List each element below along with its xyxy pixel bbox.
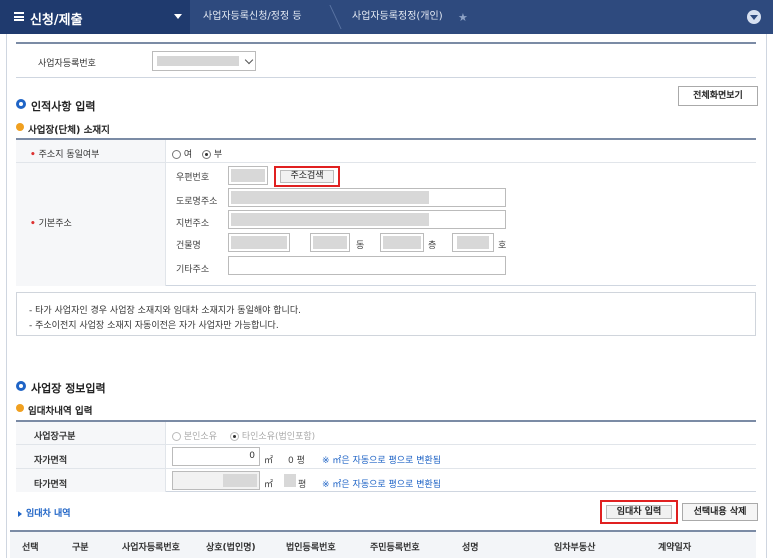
type-own-option[interactable]: 본인소유 (172, 429, 217, 442)
floor-input[interactable] (380, 233, 424, 252)
postcode-input[interactable] (228, 166, 268, 185)
subtitle-bullet-icon (16, 404, 24, 412)
business-form: 사업장구분 본인소유 타인소유(법인포함) 자가면적 0 ㎡ 0 평 ※ ㎡은 … (16, 420, 756, 492)
regno-label: 사업자등록번호 (38, 59, 96, 69)
notice-line-2: - 주소이전지 사업장 소재지 자동이전은 자가 사업자만 가능합니다. (29, 321, 279, 331)
breadcrumb-item-1[interactable]: 사업자등록신청/정정 등 (203, 0, 302, 34)
col-corp-regno: 법인등록번호 (286, 543, 336, 553)
lease-input-button-highlight[interactable]: 임대차 입력 (600, 500, 678, 524)
convert-note-2: ※ ㎡은 자동으로 평으로 변환됨 (322, 480, 442, 490)
own-area-label: 자가면적 (34, 456, 68, 466)
lease-subtitle-text: 임대차내역 입력 (28, 406, 93, 417)
other-address-label: 기타주소 (176, 265, 210, 275)
building-name-input[interactable] (228, 233, 290, 252)
floor-unit: 층 (428, 241, 437, 251)
road-address-label: 도로명주소 (176, 197, 218, 207)
col-company: 상호(법인명) (206, 543, 256, 553)
section-bullet-icon (16, 99, 26, 109)
other-area-label: 타가면적 (34, 480, 68, 490)
type-label: 사업장구분 (34, 432, 76, 442)
postcode-label: 우편번호 (176, 173, 210, 183)
personal-section-title-text: 인적사항 입력 (31, 100, 96, 113)
breadcrumb-separator (316, 5, 342, 29)
lease-input-button[interactable]: 임대차 입력 (606, 505, 672, 519)
building-label: 건물명 (176, 241, 201, 251)
same-address-label: • 주소지 동일여부 (30, 150, 100, 160)
home-label: 신청/제출 (30, 13, 83, 28)
ho-input[interactable] (452, 233, 494, 252)
chevron-down-icon (244, 55, 254, 65)
row-divider (16, 162, 756, 163)
chevron-down-icon[interactable] (747, 10, 761, 24)
dong-unit: 동 (356, 241, 365, 251)
own-area-input[interactable]: 0 (172, 447, 260, 466)
subtitle-bullet-icon (16, 123, 24, 131)
radio-own[interactable] (172, 432, 181, 441)
radio-no[interactable] (202, 150, 211, 159)
regno-select[interactable] (152, 51, 256, 71)
same-address-yes-option[interactable]: 여 (172, 147, 192, 160)
caret-down-icon[interactable] (174, 14, 182, 19)
section-bullet-icon (16, 381, 26, 391)
lease-table-header: 선택 구분 사업자등록번호 상호(법인명) 법인등록번호 주민등록번호 성명 임… (10, 530, 756, 558)
notice-line-1: - 타가 사업자인 경우 사업장 소재지와 임대차 소재지가 동일해야 합니다. (29, 306, 301, 316)
col-select: 선택 (22, 543, 39, 553)
col-type: 구분 (72, 543, 89, 553)
other-area-pyeong-unit: 평 (298, 480, 307, 490)
type-other-option[interactable]: 타인소유(법인포함) (230, 429, 315, 442)
row-divider (16, 444, 756, 445)
hamburger-menu-icon[interactable] (14, 12, 24, 21)
other-area-unit: ㎡ (264, 480, 274, 490)
row-divider (16, 468, 756, 469)
notice-box: - 타가 사업자인 경우 사업장 소재지와 임대차 소재지가 동일해야 합니다.… (16, 292, 756, 336)
col-regno: 사업자등록번호 (122, 543, 180, 553)
regno-row: 사업자등록번호 (16, 42, 756, 78)
same-address-no-option[interactable]: 부 (202, 147, 222, 160)
location-subtitle-text: 사업장(단체) 소재지 (28, 125, 110, 136)
convert-note: ※ ㎡은 자동으로 평으로 변환됨 (322, 456, 442, 466)
other-area-pyeong-value (284, 474, 296, 487)
col-contract-date: 계약일자 (658, 543, 692, 553)
address-search-button-highlight[interactable]: 주소검색 (274, 166, 340, 187)
delete-selected-button[interactable]: 선택내용 삭제 (682, 503, 758, 521)
other-address-input[interactable] (228, 256, 506, 275)
col-property: 임차부동산 (554, 543, 596, 553)
col-resident-regno: 주민등록번호 (370, 543, 420, 553)
own-area-pyeong: 0 평 (288, 456, 305, 466)
home-menu-button[interactable]: 신청/제출 (0, 0, 190, 34)
own-area-unit: ㎡ (264, 456, 274, 466)
address-search-button[interactable]: 주소검색 (280, 170, 334, 183)
lot-address-input[interactable] (228, 210, 506, 229)
dong-input[interactable] (310, 233, 350, 252)
other-area-input (172, 471, 260, 490)
radio-yes[interactable] (172, 150, 181, 159)
business-section-title-text: 사업장 정보입력 (31, 382, 106, 395)
lease-list-title: 임대차 내역 (18, 506, 71, 519)
address-form: • 주소지 동일여부 여 부 • 기본주소 우편번호 도로명주소 지번주소 건물… (16, 138, 756, 286)
masked-value (157, 56, 239, 66)
star-icon[interactable]: ★ (458, 11, 468, 24)
top-nav-bar: 신청/제출 사업자등록신청/정정 등 사업자등록정정(개인) ★ (0, 0, 773, 34)
col-name: 성명 (462, 543, 479, 553)
full-view-button[interactable]: 전체화면보기 (678, 86, 758, 106)
breadcrumb-item-2[interactable]: 사업자등록정정(개인) (352, 0, 443, 34)
triangle-right-icon (18, 510, 22, 517)
road-address-input[interactable] (228, 188, 506, 207)
lot-address-label: 지번주소 (176, 219, 210, 229)
ho-unit: 호 (498, 241, 507, 251)
radio-other[interactable] (230, 432, 239, 441)
base-address-label: • 기본주소 (30, 219, 72, 229)
